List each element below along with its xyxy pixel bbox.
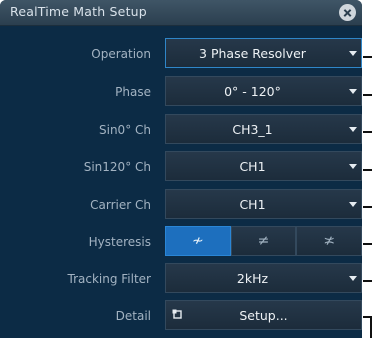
- sin0-channel-value: CH3_1: [232, 122, 273, 137]
- setup-button[interactable]: Setup...: [165, 300, 362, 330]
- operation-label: Operation: [91, 47, 151, 61]
- sin0-channel-label: Sin0° Ch: [99, 123, 151, 137]
- chevron-down-icon: [349, 51, 357, 56]
- chevron-down-icon: [349, 276, 357, 281]
- chevron-down-icon: [349, 202, 357, 207]
- softkey-pointer: [363, 280, 372, 282]
- tracking-filter-value: 2kHz: [236, 271, 269, 286]
- operation-dropdown[interactable]: 3 Phase Resolver: [165, 38, 362, 68]
- sin0-channel-dropdown[interactable]: CH3_1: [165, 114, 362, 144]
- hysteresis-selector: ≁ ≠ ≭: [165, 226, 362, 256]
- chevron-down-icon: [349, 89, 357, 94]
- tracking-filter-dropdown[interactable]: 2kHz: [165, 263, 362, 293]
- phase-dropdown[interactable]: 0° - 120°: [165, 76, 362, 106]
- carrier-channel-value: CH1: [239, 197, 266, 212]
- sin120-channel-dropdown[interactable]: CH1: [165, 151, 362, 181]
- softkey-pointer: [363, 169, 372, 171]
- setup-icon: [172, 309, 182, 319]
- phase-value: 0° - 120°: [224, 84, 281, 99]
- detail-label: Detail: [115, 309, 151, 323]
- hysteresis-option-2[interactable]: ≠: [230, 226, 297, 256]
- tracking-filter-label: Tracking Filter: [67, 272, 152, 286]
- setup-button-label: Setup...: [239, 308, 288, 323]
- hysteresis-option-3[interactable]: ≭: [296, 226, 362, 256]
- chevron-down-icon: [349, 164, 357, 169]
- dialog-title: RealTime Math Setup: [10, 4, 147, 19]
- carrier-channel-dropdown[interactable]: CH1: [165, 189, 362, 219]
- sin120-channel-label: Sin120° Ch: [83, 160, 151, 174]
- sin120-channel-value: CH1: [239, 159, 266, 174]
- phase-label: Phase: [115, 85, 151, 99]
- hysteresis-label: Hysteresis: [88, 235, 151, 249]
- realtime-math-setup-dialog: RealTime Math Setup Operation 3 Phase Re…: [0, 0, 362, 338]
- operation-value: 3 Phase Resolver: [199, 46, 306, 61]
- hysteresis-option-1[interactable]: ≁: [165, 226, 231, 256]
- softkey-pointer: [363, 94, 372, 96]
- title-bar: RealTime Math Setup: [0, 0, 362, 26]
- chevron-down-icon: [349, 127, 357, 132]
- softkey-pointer: [363, 206, 372, 208]
- carrier-channel-label: Carrier Ch: [90, 198, 151, 212]
- softkey-pointer: [363, 56, 372, 58]
- close-icon[interactable]: [339, 4, 356, 21]
- softkey-pointer: [363, 131, 372, 133]
- softkey-pointer: [363, 243, 372, 245]
